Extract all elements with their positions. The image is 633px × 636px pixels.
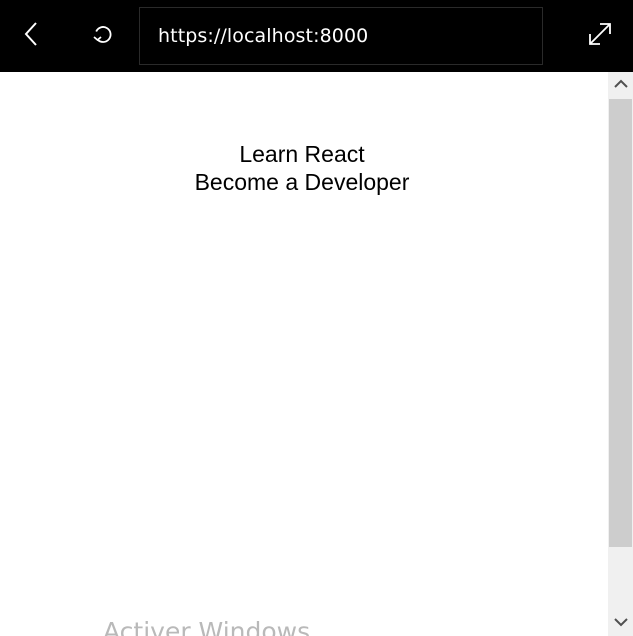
- chevron-up-icon: [613, 76, 628, 94]
- expand-button[interactable]: [569, 0, 631, 72]
- url-text: https://localhost:8000: [158, 25, 369, 47]
- chevron-left-icon: [23, 21, 39, 52]
- scroll-up-button[interactable]: [608, 72, 633, 98]
- expand-diagonal-icon: [587, 21, 613, 52]
- page-content: Learn React Become a Developer: [0, 140, 604, 196]
- refresh-icon: [91, 22, 115, 51]
- windows-activation-watermark: Activer Windows: [103, 617, 311, 636]
- address-bar[interactable]: https://localhost:8000: [139, 7, 543, 65]
- heading-line-2: Become a Developer: [194, 169, 410, 195]
- back-button[interactable]: [0, 0, 62, 72]
- vertical-scrollbar[interactable]: [608, 72, 633, 636]
- heading-line-1: Learn React: [239, 141, 365, 167]
- chevron-down-icon: [613, 614, 628, 632]
- browser-toolbar: https://localhost:8000: [0, 0, 633, 72]
- scroll-down-button[interactable]: [608, 610, 633, 636]
- reload-button[interactable]: [72, 0, 134, 72]
- page-viewport: Learn React Become a Developer Activer W…: [0, 72, 608, 636]
- scrollbar-thumb[interactable]: [609, 99, 632, 547]
